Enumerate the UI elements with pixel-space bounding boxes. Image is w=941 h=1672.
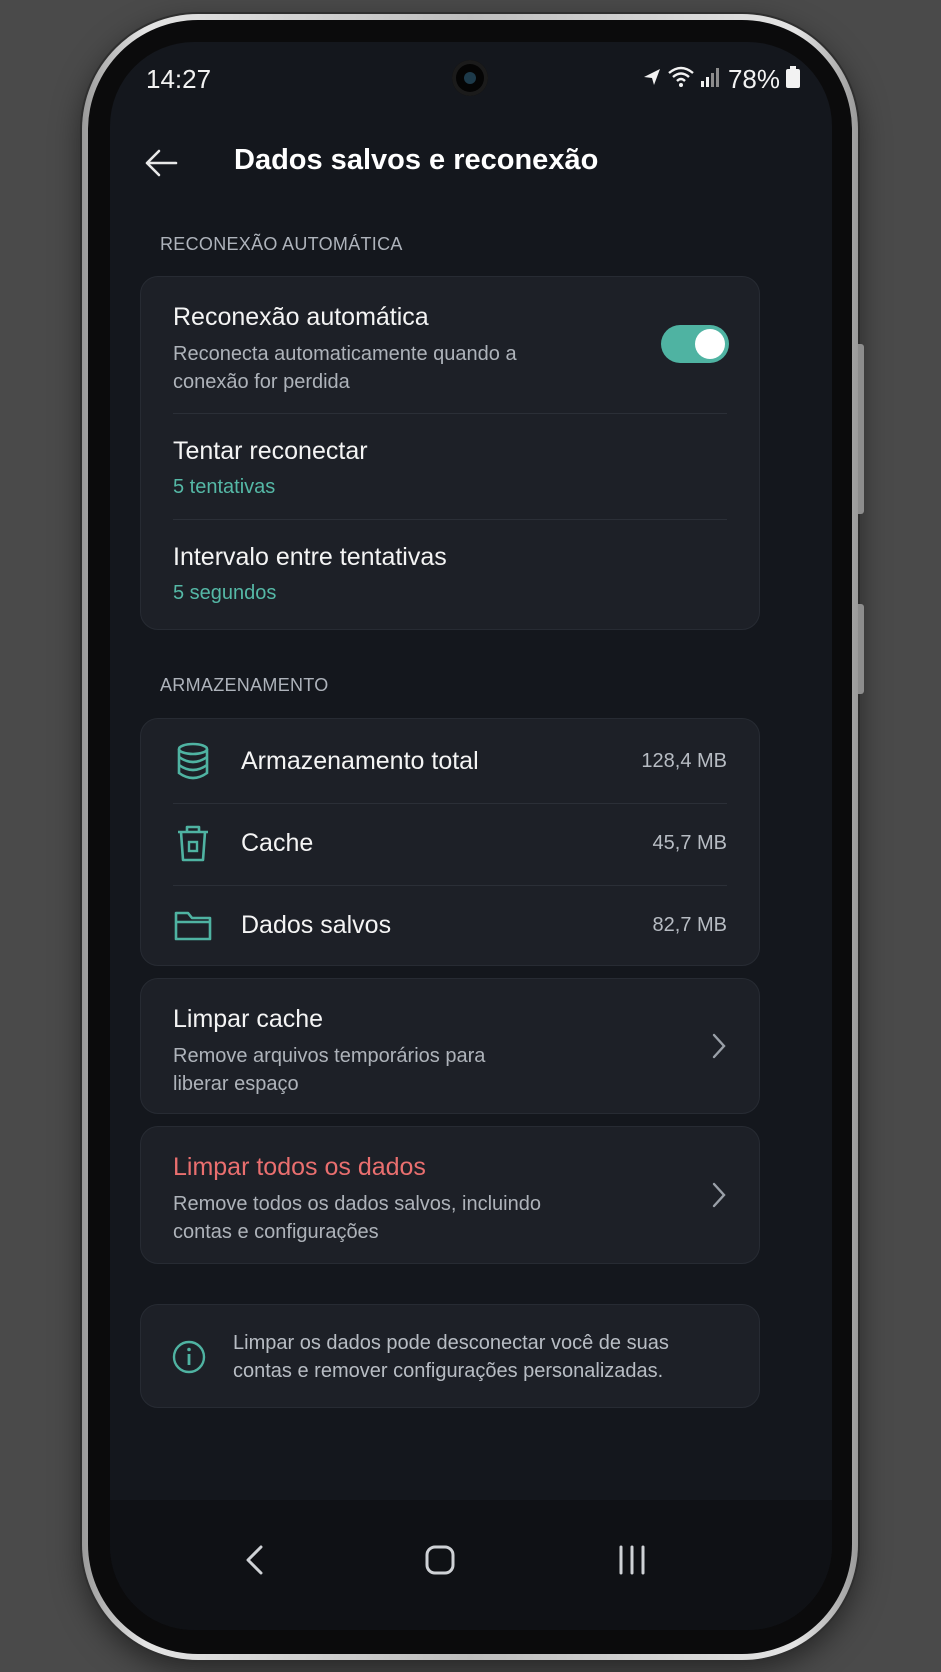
info-box: Limpar os dados pode desconectar você de…	[140, 1304, 760, 1408]
app-header: Dados salvos e reconexão	[110, 132, 832, 212]
section-label-storage: ARMAZENAMENTO	[160, 675, 329, 695]
retry-value: 5 tentativas	[173, 476, 276, 498]
storage-card: Armazenamento total 128,4 MB Cache 45,7 …	[140, 718, 760, 966]
signal-icon	[700, 66, 722, 93]
storage-size: 128,4 MB	[641, 749, 727, 772]
clear-all-desc-line1: Remove todos os dados salvos, incluindo	[173, 1193, 541, 1215]
storage-label: Dados salvos	[241, 910, 392, 939]
divider	[173, 519, 727, 520]
trash-icon	[173, 823, 213, 863]
clear-cache-text: Limpar cache Remove arquivos temporários…	[173, 1005, 727, 1098]
info-text-line2: contas e remover configurações personali…	[233, 1360, 664, 1382]
clear-cache-desc-line2: liberar espaço	[173, 1073, 299, 1095]
storage-size: 82,7 MB	[652, 913, 727, 936]
storage-item-saved: Dados salvos 82,7 MB	[173, 885, 727, 965]
back-nav-icon	[246, 1545, 263, 1575]
clear-all-text: Limpar todos os dados Remove todos os da…	[173, 1153, 727, 1246]
status-bar: 14:27 78%	[110, 42, 832, 122]
toggle-knob	[695, 329, 725, 359]
section-label-reconnect: RECONEXÃO AUTOMÁTICA	[160, 234, 403, 254]
reconnect-card: Reconexão automática Reconecta automatic…	[140, 276, 760, 630]
power-button	[858, 604, 864, 694]
interval-title: Intervalo entre tentativas	[173, 543, 447, 571]
clear-cache-desc-line1: Remove arquivos temporários para	[173, 1045, 486, 1067]
interval-value: 5 segundos	[173, 582, 277, 604]
storage-label: Cache	[241, 828, 314, 857]
arrow-left-icon	[145, 149, 178, 177]
auto-reconnect-title: Reconexão automática	[173, 303, 429, 331]
storage-label: Armazenamento total	[241, 746, 479, 775]
divider	[173, 413, 727, 414]
navigation-bar	[110, 1500, 832, 1630]
volume-button	[858, 344, 864, 514]
clear-all-data-button[interactable]: Limpar todos os dados Remove todos os da…	[140, 1126, 760, 1264]
storage-item-cache: Cache 45,7 MB	[173, 803, 727, 883]
clear-all-desc-line2: contas e configurações	[173, 1221, 379, 1243]
wifi-icon	[668, 66, 694, 93]
clear-cache-title: Limpar cache	[173, 1005, 324, 1033]
folder-icon	[173, 905, 213, 945]
storage-size: 45,7 MB	[652, 831, 727, 854]
status-icons: 78%	[642, 64, 800, 95]
status-time: 14:27	[146, 64, 212, 94]
clear-all-title: Limpar todos os dados	[173, 1153, 426, 1181]
storage-item-total: Armazenamento total 128,4 MB	[173, 721, 727, 801]
info-icon	[172, 1340, 206, 1374]
clear-all-desc: Remove todos os dados salvos, incluindo …	[173, 1190, 727, 1246]
page-title: Dados salvos e reconexão	[234, 144, 599, 176]
info-text-line1: Limpar os dados pode desconectar você de…	[233, 1332, 669, 1354]
chevron-right-icon	[712, 1033, 726, 1059]
nav-recents-button[interactable]	[602, 1530, 662, 1590]
info-text: Limpar os dados pode desconectar você de…	[233, 1329, 669, 1385]
auto-reconnect-row[interactable]: Reconexão automática Reconecta automatic…	[173, 303, 727, 396]
clear-cache-desc: Remove arquivos temporários para liberar…	[173, 1042, 727, 1098]
chevron-right-icon	[712, 1182, 726, 1208]
interval-row[interactable]: Intervalo entre tentativas 5 segundos	[173, 543, 727, 605]
back-button[interactable]	[138, 140, 184, 186]
nav-home-button[interactable]	[410, 1530, 470, 1590]
battery-icon	[786, 66, 800, 93]
auto-reconnect-desc: Reconecta automaticamente quando a conex…	[173, 340, 727, 396]
auto-reconnect-desc-line1: Reconecta automaticamente quando a	[173, 343, 517, 365]
home-nav-icon	[425, 1545, 455, 1575]
recents-nav-icon	[619, 1545, 645, 1575]
retry-title: Tentar reconectar	[173, 437, 368, 465]
clear-cache-button[interactable]: Limpar cache Remove arquivos temporários…	[140, 978, 760, 1114]
location-icon	[642, 67, 662, 92]
screen: 14:27 78% Dados salvos e reconexão RECON…	[110, 42, 832, 1630]
retry-row[interactable]: Tentar reconectar 5 tentativas	[173, 437, 727, 499]
front-camera	[452, 60, 488, 96]
nav-back-button[interactable]	[224, 1530, 284, 1590]
battery-level: 78%	[727, 64, 780, 94]
auto-reconnect-desc-line2: conexão for perdida	[173, 371, 350, 393]
database-icon	[173, 741, 213, 781]
auto-reconnect-toggle[interactable]	[661, 325, 729, 363]
